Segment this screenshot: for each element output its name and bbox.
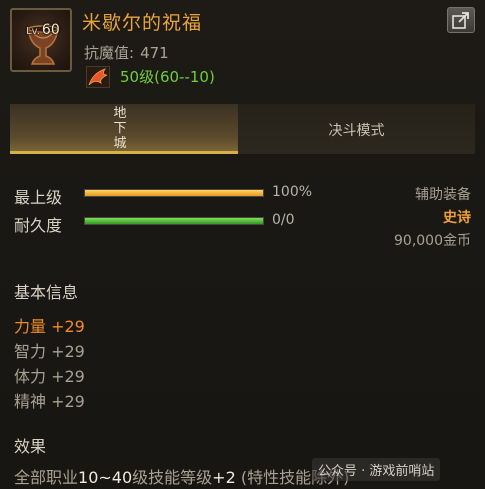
item-tooltip-panel: Lv. 60 米歇尔的祝福 抗魔值: 471 50级(60--10) 地下城 决斗模… (0, 0, 485, 489)
grade-bar-fill (85, 190, 263, 196)
export-button[interactable] (447, 7, 475, 33)
effect-range: 10~40 (78, 468, 133, 487)
level-prefix: Lv. (26, 26, 40, 37)
share-arrow-icon (452, 12, 469, 29)
attr-strength: 力量 +29 (14, 317, 85, 336)
durability-value: 0/0 (272, 212, 295, 228)
effect-line: 全部职业10~40级技能等级+2 (特性技能除外) (14, 464, 349, 488)
item-rarity: 史诗 (443, 210, 471, 226)
basic-info-title: 基本信息 (14, 283, 79, 302)
effect-prefix: 全部职业 (14, 468, 79, 487)
durability-bar (84, 217, 264, 225)
tab-dungeon[interactable]: 地下城 (10, 104, 238, 154)
mode-tabs: 地下城 决斗模式 (10, 104, 475, 154)
required-level: 50级(60--10) (120, 68, 215, 86)
watermark: 公众号 · 游戏前哨站 (312, 458, 441, 481)
level-value: 60 (41, 22, 60, 38)
effect-bonus: +2 (212, 468, 236, 487)
tab-pvp[interactable]: 决斗模式 (238, 104, 475, 154)
durability-label: 耐久度 (14, 216, 63, 235)
item-sub-type: 辅助装备 (415, 187, 471, 203)
item-price: 90,000金币 (394, 233, 471, 249)
item-name: 米歇尔的祝福 (82, 12, 203, 34)
attr-spirit: 精神 +29 (14, 392, 85, 411)
magic-resist-label: 抗魔值: (84, 44, 135, 62)
attr-vitality: 体力 +29 (14, 367, 85, 386)
magic-resist-value: 471 (140, 44, 169, 62)
magic-resist: 抗魔值: 471 (84, 42, 169, 63)
grade-label: 最上级 (14, 188, 63, 207)
grade-bar (84, 189, 264, 197)
item-icon: Lv. 60 (10, 8, 72, 72)
attr-intelligence: 智力 +29 (14, 342, 85, 361)
tab-dungeon-label: 地下城 (113, 106, 127, 151)
tab-pvp-label: 决斗模式 (328, 123, 385, 139)
durability-bar-fill (85, 218, 263, 224)
level-badge: Lv. 60 (26, 22, 60, 38)
effect-title: 效果 (14, 437, 47, 456)
grade-value: 100% (272, 184, 313, 200)
effect-middle: 级技能等级 (132, 468, 213, 487)
phoenix-wing-icon (86, 66, 110, 88)
